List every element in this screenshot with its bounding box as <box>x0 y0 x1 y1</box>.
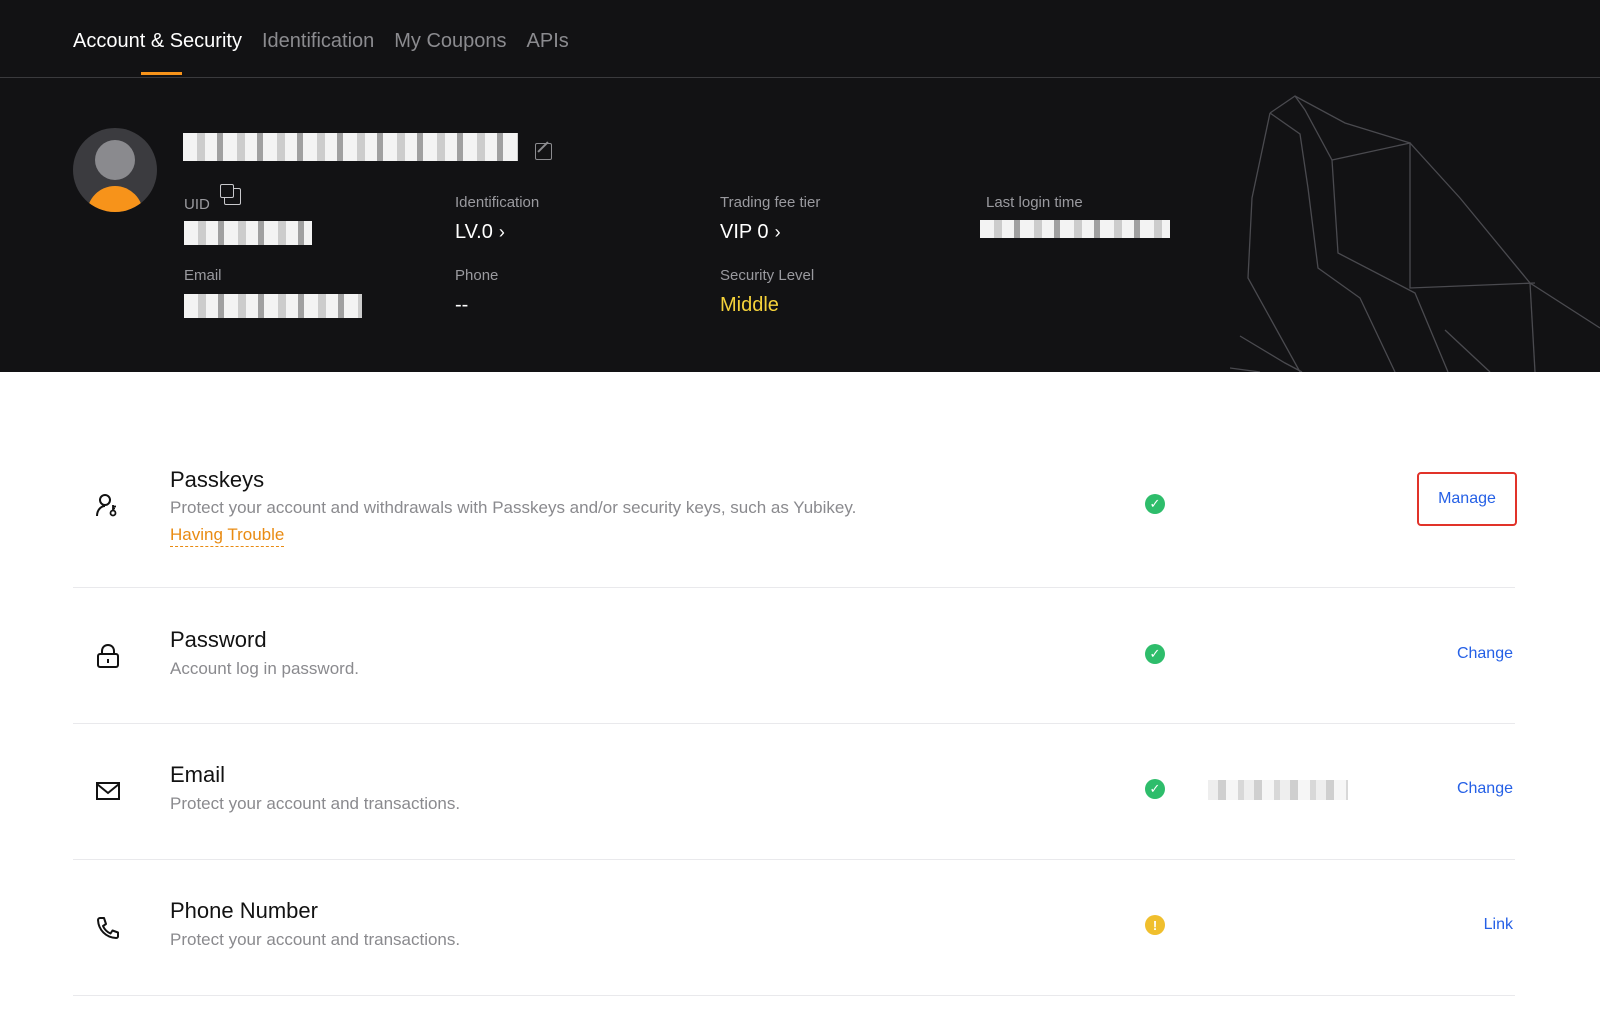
chevron-right-icon: › <box>498 222 505 242</box>
identification-field: Identification LV.0 › <box>455 194 539 244</box>
manage-button[interactable]: Manage <box>1438 490 1496 508</box>
masked-uid <box>184 221 312 245</box>
trading-fee-tier: VIP 0 <box>720 221 769 243</box>
password-description: Account log in password. <box>170 659 359 678</box>
link-phone-button[interactable]: Link <box>1471 916 1513 934</box>
trading-fee-label: Trading fee tier <box>720 194 821 211</box>
email-profile-field: Email <box>184 267 222 284</box>
avatar-body-shape <box>87 186 143 212</box>
trading-fee-value[interactable]: VIP 0 › <box>720 221 820 244</box>
warning-icon: ! <box>1145 915 1165 935</box>
email-title: Email <box>170 762 226 787</box>
chevron-right-icon: › <box>774 222 781 242</box>
top-navigation: Account & Security Identification My Cou… <box>0 0 1600 78</box>
email-description: Protect your account and transactions. <box>170 794 461 813</box>
user-key-icon <box>96 494 117 517</box>
phone-label: Phone <box>455 267 499 284</box>
tab-my-coupons[interactable]: My Coupons <box>394 30 506 76</box>
decorative-geometric-pattern <box>1230 95 1600 372</box>
tab-identification[interactable]: Identification <box>262 30 374 76</box>
uid-field: UID <box>184 196 210 213</box>
having-trouble-link[interactable]: Having Trouble <box>170 525 285 547</box>
phone-value: -- <box>455 294 469 316</box>
phone-field: Phone -- <box>455 267 498 317</box>
identification-level: LV.0 <box>455 221 493 243</box>
trading-fee-field: Trading fee tier VIP 0 › <box>720 194 820 244</box>
security-level-label: Security Level <box>720 267 815 284</box>
copy-icon[interactable] <box>220 184 241 205</box>
check-circle-icon: ✓ <box>1145 779 1165 799</box>
email-label: Email <box>184 267 222 284</box>
last-login-label: Last login time <box>986 194 1083 211</box>
manage-button-highlight[interactable]: Manage <box>1417 472 1517 526</box>
tab-account-security[interactable]: Account & Security <box>73 30 242 76</box>
masked-username <box>183 133 518 161</box>
change-email-button[interactable]: Change <box>1441 780 1513 798</box>
profile-summary: UID Identification LV.0 › Trading fee ti… <box>0 78 1600 372</box>
avatar-head-shape <box>95 140 135 180</box>
masked-email-value <box>1208 780 1348 800</box>
check-circle-icon: ✓ <box>1145 494 1165 514</box>
avatar <box>73 128 157 212</box>
edit-icon[interactable] <box>535 143 552 160</box>
lock-icon <box>97 643 119 668</box>
last-login-field: Last login time <box>986 194 1083 211</box>
identification-value[interactable]: LV.0 › <box>455 221 539 244</box>
security-level-field: Security Level Middle <box>720 267 814 317</box>
passkeys-title: Passkeys <box>170 467 265 492</box>
mail-icon <box>96 782 120 800</box>
security-level-value: Middle <box>720 294 779 316</box>
security-row-passkeys: Passkeys Protect your account and withdr… <box>73 458 1517 588</box>
change-password-button[interactable]: Change <box>1441 645 1513 663</box>
security-row-password: Password Account log in password. ✓ Chan… <box>73 588 1515 724</box>
security-row-email: Email Protect your account and transacti… <box>73 724 1515 860</box>
password-title: Password <box>170 627 267 652</box>
phone-number-description: Protect your account and transactions. <box>170 930 461 949</box>
phone-number-title: Phone Number <box>170 898 318 923</box>
uid-label: UID <box>184 196 210 213</box>
account-tabs: Account & Security Identification My Cou… <box>73 30 569 76</box>
masked-last-login-time <box>980 220 1170 238</box>
phone-icon <box>97 917 119 939</box>
masked-email <box>184 294 362 318</box>
identification-label: Identification <box>455 194 540 211</box>
tab-apis[interactable]: APIs <box>527 30 569 76</box>
security-row-phone-number: Phone Number Protect your account and tr… <box>73 860 1515 996</box>
passkeys-description: Protect your account and withdrawals wit… <box>170 498 857 517</box>
check-circle-icon: ✓ <box>1145 644 1165 664</box>
